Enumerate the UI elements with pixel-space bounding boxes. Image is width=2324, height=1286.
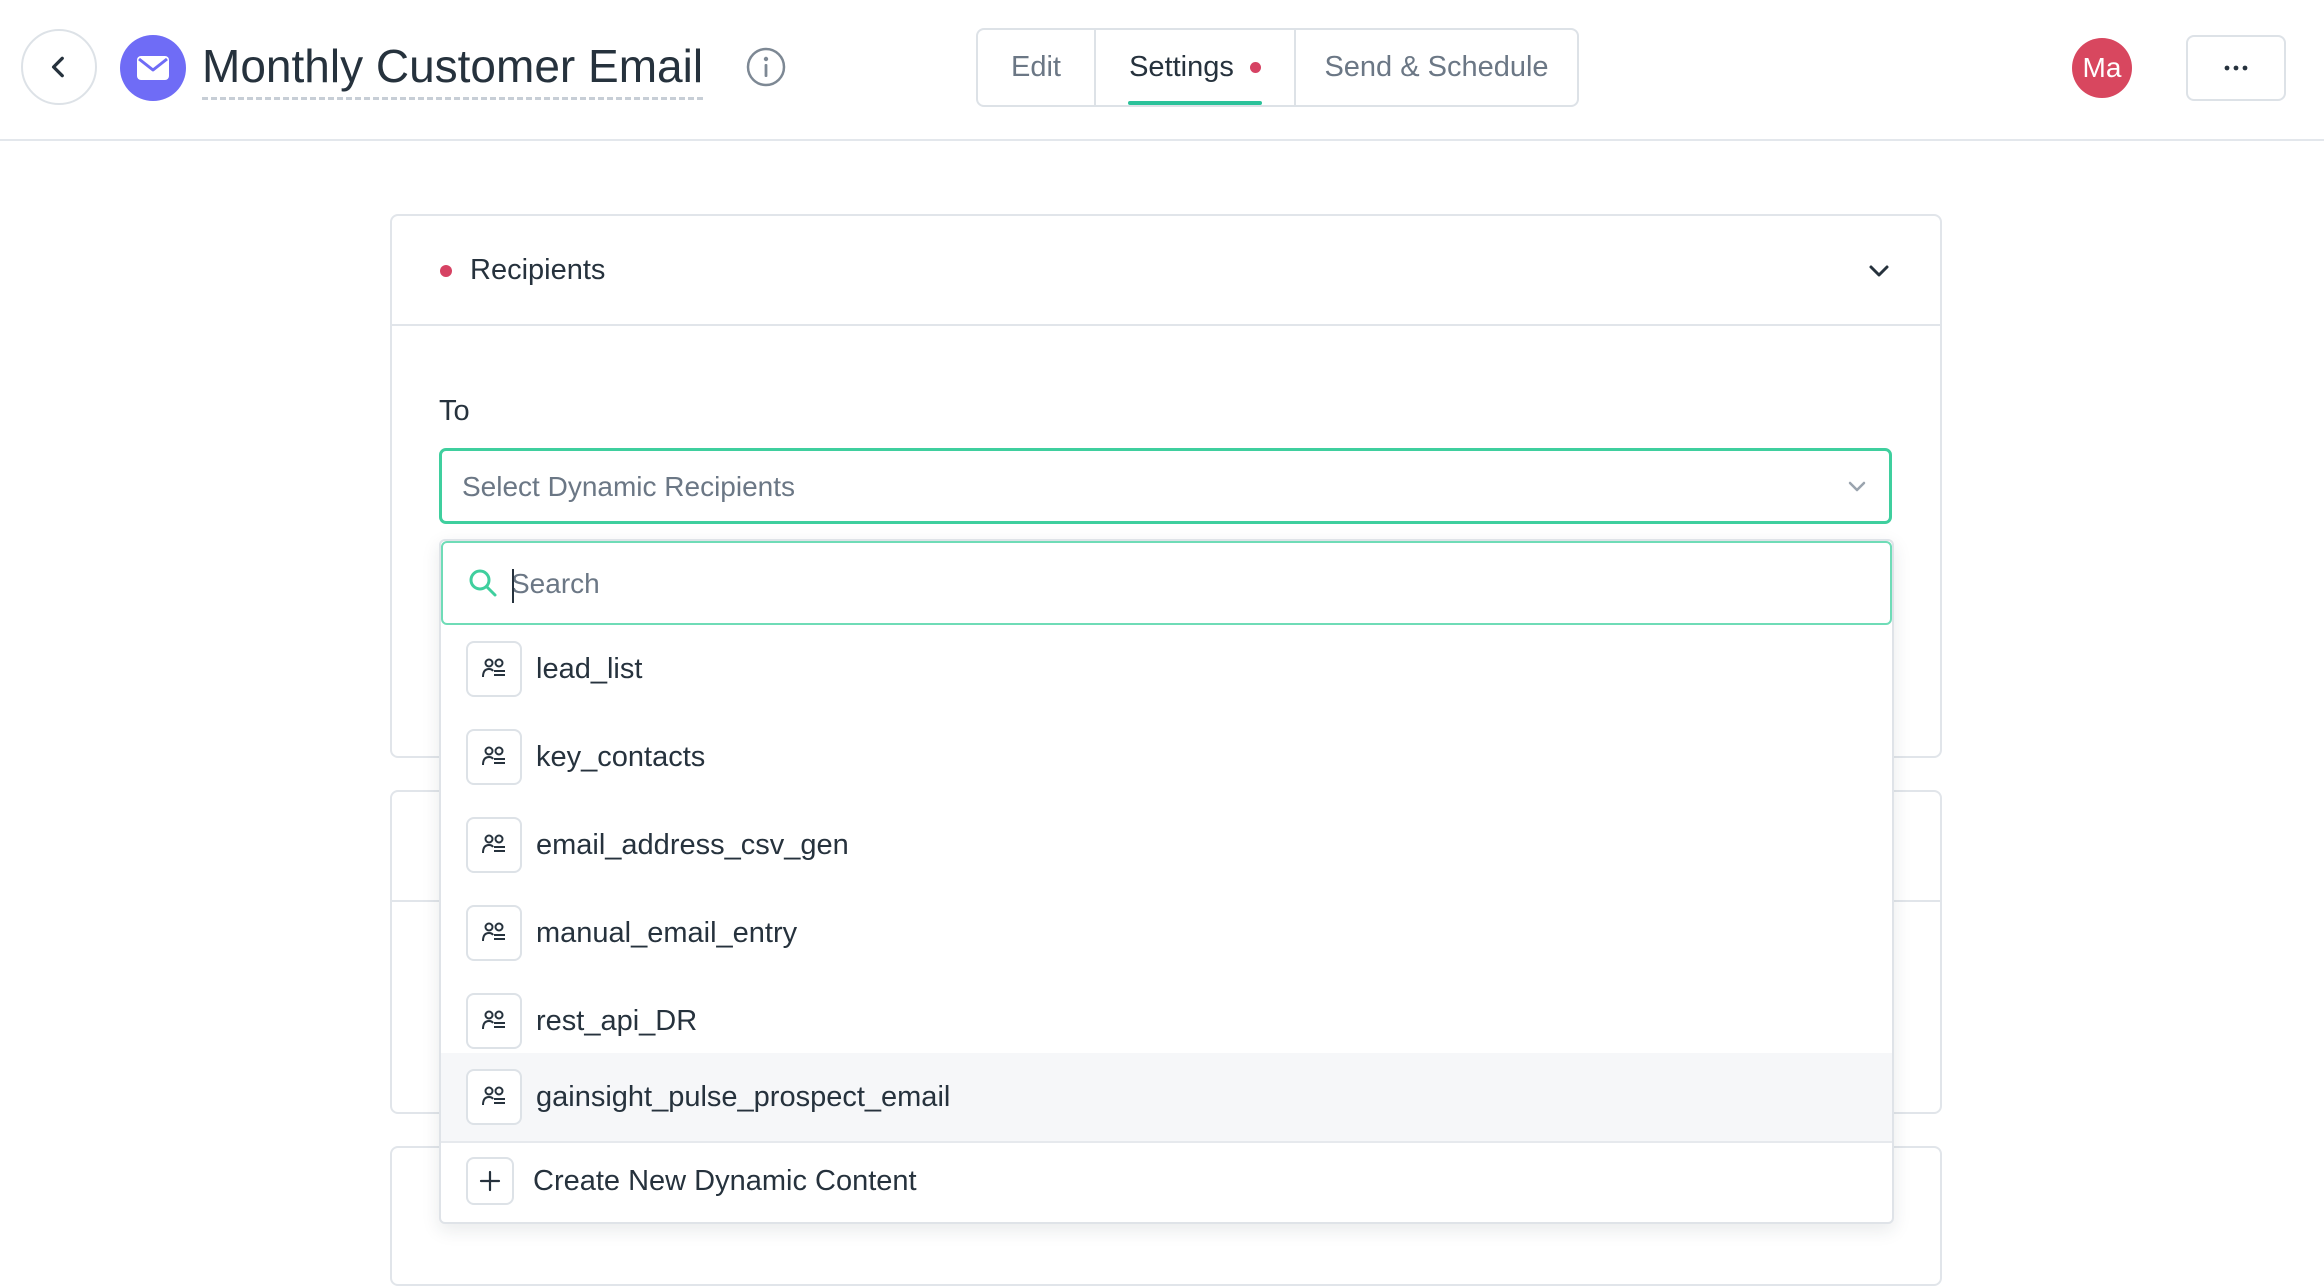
dropdown-option[interactable]: manual_email_entry (441, 889, 1892, 977)
create-dynamic-content-button[interactable]: Create New Dynamic Content (441, 1141, 1892, 1224)
back-button[interactable] (21, 29, 97, 105)
dynamic-list-icon (466, 905, 522, 961)
recipients-header[interactable]: Recipients (392, 216, 1940, 326)
page-title[interactable]: Monthly Customer Email (202, 36, 704, 100)
recipients-dropdown: lead_list key_contacts email_address_csv… (439, 539, 1894, 1224)
create-label: Create New Dynamic Content (533, 1165, 917, 1197)
search-icon (469, 569, 497, 597)
avatar[interactable]: Ma (2072, 38, 2132, 98)
tab-send-schedule[interactable]: Send & Schedule (1294, 30, 1577, 105)
option-label: lead_list (536, 653, 643, 685)
ellipsis-icon (2224, 65, 2248, 71)
plus-icon (466, 1157, 514, 1205)
dynamic-list-icon (466, 729, 522, 785)
text-cursor (512, 569, 514, 603)
dropdown-option[interactable]: rest_api_DR (441, 977, 1892, 1065)
chevron-down-icon (1848, 481, 1866, 492)
dynamic-list-icon (466, 641, 522, 697)
email-type-badge (120, 35, 186, 101)
info-icon[interactable] (745, 46, 787, 88)
dynamic-list-icon (466, 817, 522, 873)
tab-edit[interactable]: Edit (978, 30, 1094, 105)
chevron-left-icon (51, 56, 64, 78)
option-label: gainsight_pulse_prospect_email (536, 1081, 951, 1113)
option-label: manual_email_entry (536, 917, 798, 949)
unsaved-indicator (1249, 62, 1261, 73)
tab-label: Settings (1129, 51, 1234, 83)
dynamic-recipients-select[interactable]: Select Dynamic Recipients (439, 448, 1892, 524)
dynamic-list-icon (466, 1069, 522, 1125)
to-label: To (439, 395, 470, 427)
more-options-button[interactable] (2186, 35, 2286, 101)
view-tabs: Edit Settings Send & Schedule (976, 28, 1579, 107)
search-box (441, 541, 1892, 625)
search-input[interactable] (511, 557, 1811, 611)
dynamic-list-icon (466, 993, 522, 1049)
select-placeholder: Select Dynamic Recipients (462, 471, 796, 502)
required-indicator (440, 265, 452, 277)
option-label: email_address_csv_gen (536, 829, 849, 861)
dropdown-option[interactable]: lead_list (441, 625, 1892, 713)
section-title: Recipients (470, 254, 606, 286)
tab-label: Edit (1011, 51, 1061, 83)
dropdown-option[interactable]: key_contacts (441, 713, 1892, 801)
dropdown-option[interactable]: gainsight_pulse_prospect_email (441, 1053, 1892, 1141)
option-label: key_contacts (536, 741, 706, 773)
option-label: rest_api_DR (536, 1005, 698, 1037)
top-bar: Monthly Customer Email Edit Settings Sen… (0, 0, 2324, 141)
tab-label: Send & Schedule (1324, 51, 1549, 83)
tab-settings[interactable]: Settings (1094, 30, 1294, 105)
envelope-icon (137, 56, 169, 80)
chevron-down-icon[interactable] (1864, 256, 1894, 286)
dropdown-option[interactable]: email_address_csv_gen (441, 801, 1892, 889)
